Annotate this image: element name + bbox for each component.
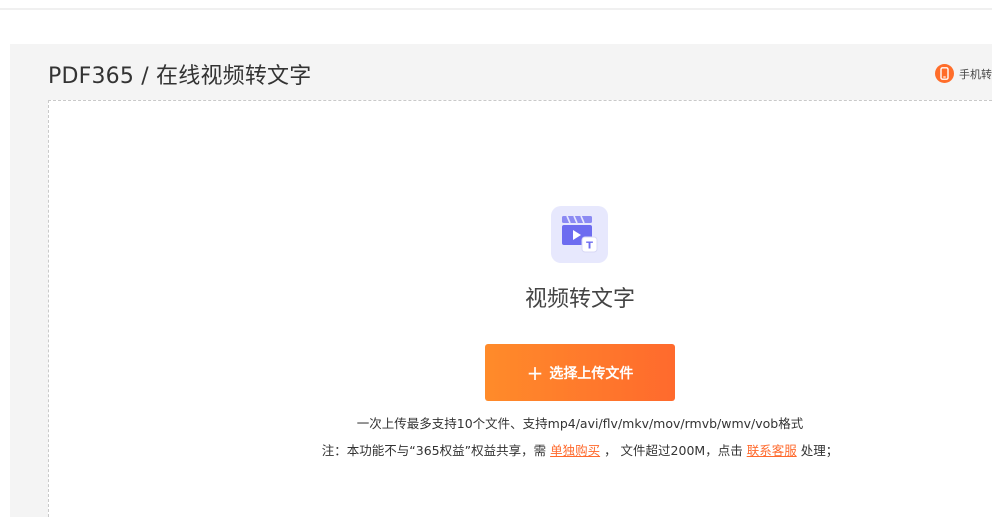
notice-prefix: 注：本功能不与“365权益”权益共享，需 — [321, 443, 547, 458]
select-upload-file-button[interactable]: + 选择上传文件 — [485, 344, 675, 401]
svg-text:T: T — [586, 241, 593, 252]
plus-icon: + — [526, 360, 544, 385]
upload-button-label: 选择上传文件 — [549, 365, 634, 382]
mobile-convert-label: 手机转 — [959, 67, 992, 81]
top-bar — [0, 0, 992, 10]
contact-service-link[interactable]: 联系客服 — [747, 443, 797, 458]
mobile-convert-link[interactable]: 手机转 — [935, 64, 992, 83]
notice-line: 注：本功能不与“365权益”权益共享，需 单独购买 ， 文件超过200M，点击 … — [0, 440, 992, 459]
video-to-text-icon: T — [551, 206, 608, 263]
page-title: PDF365 / 在线视频转文字 — [48, 64, 312, 89]
purchase-link[interactable]: 单独购买 — [550, 443, 600, 458]
notice-suffix: 处理； — [800, 443, 839, 458]
notice-middle: ， 文件超过200M，点击 — [604, 443, 743, 458]
upload-limits-hint: 一次上传最多支持10个文件、支持mp4/avi/flv/mkv/mov/rmvb… — [356, 416, 804, 431]
phone-icon — [935, 64, 954, 83]
tool-name: 视频转文字 — [524, 287, 635, 312]
